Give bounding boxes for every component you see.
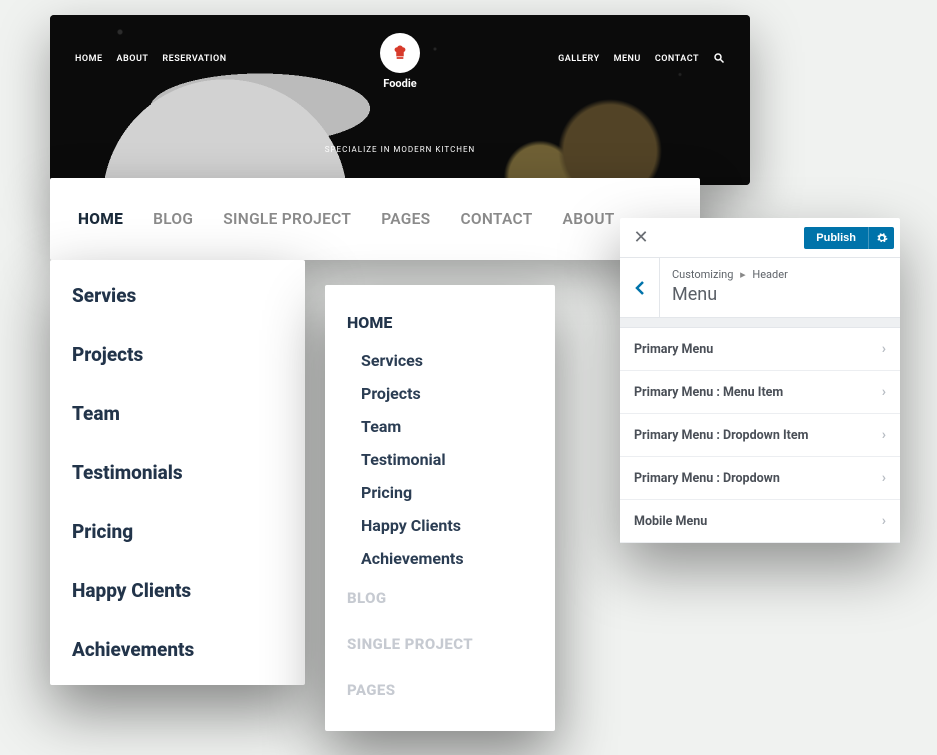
- chef-hat-icon: [380, 33, 420, 73]
- chevron-right-icon: ›: [882, 384, 886, 400]
- hero-nav-link[interactable]: ABOUT: [117, 54, 149, 64]
- nav-item-blog[interactable]: BLOG: [153, 210, 193, 228]
- chevron-right-icon: ▸: [736, 268, 750, 281]
- dropdown-subitem[interactable]: Pricing: [347, 476, 533, 509]
- dropdown-panel-primary: Servies Projects Team Testimonials Prici…: [50, 260, 305, 685]
- hero-nav-left: HOME ABOUT RESERVATION: [75, 54, 227, 64]
- publish-button[interactable]: Publish: [804, 227, 868, 249]
- customizer-breadcrumb-body: Customizing ▸ Header Menu: [660, 258, 900, 317]
- back-icon[interactable]: [620, 258, 660, 317]
- dropdown-subitem[interactable]: Projects: [347, 377, 533, 410]
- hero-nav: HOME ABOUT RESERVATION Foodie GALLERY ME…: [50, 15, 750, 85]
- dropdown-subitem[interactable]: Services: [347, 344, 533, 377]
- dropdown-item[interactable]: Servies: [50, 266, 305, 325]
- customizer-item[interactable]: Mobile Menu ›: [620, 500, 900, 543]
- nav-item-pages[interactable]: PAGES: [381, 210, 430, 228]
- customizer-item-label: Primary Menu : Dropdown Item: [634, 428, 808, 443]
- dropdown-heading[interactable]: HOME: [347, 313, 533, 332]
- breadcrumb-section: Header: [752, 268, 787, 281]
- dropdown-subitem[interactable]: Achievements: [347, 542, 533, 575]
- chevron-right-icon: ›: [882, 470, 886, 486]
- customizer-item-label: Primary Menu: [634, 342, 713, 357]
- close-icon[interactable]: ✕: [626, 223, 656, 253]
- dropdown-subitem[interactable]: Happy Clients: [347, 509, 533, 542]
- main-navbar: HOME BLOG SINGLE PROJECT PAGES CONTACT A…: [50, 178, 700, 260]
- customizer-item-label: Mobile Menu: [634, 514, 707, 529]
- breadcrumb: Customizing ▸ Header: [672, 268, 888, 281]
- customizer-item[interactable]: Primary Menu : Dropdown ›: [620, 457, 900, 500]
- customizer-item-label: Primary Menu : Menu Item: [634, 385, 783, 400]
- customizer-item[interactable]: Primary Menu : Dropdown Item ›: [620, 414, 900, 457]
- dropdown-panel-mobile: HOME Services Projects Team Testimonial …: [325, 285, 555, 731]
- customizer-item[interactable]: Primary Menu : Menu Item ›: [620, 371, 900, 414]
- site-hero: HOME ABOUT RESERVATION Foodie GALLERY ME…: [50, 15, 750, 185]
- customizer-panel: ✕ Publish Customizing ▸ Header Menu Prim…: [620, 218, 900, 543]
- hero-nav-link[interactable]: HOME: [75, 54, 103, 64]
- chevron-right-icon: ›: [882, 513, 886, 529]
- customizer-item[interactable]: Primary Menu ›: [620, 328, 900, 371]
- brand-name: Foodie: [380, 77, 420, 90]
- nav-item-about[interactable]: ABOUT: [563, 210, 615, 228]
- dropdown-subitem[interactable]: Team: [347, 410, 533, 443]
- customizer-item-label: Primary Menu : Dropdown: [634, 471, 780, 486]
- breadcrumb-root: Customizing: [672, 268, 733, 281]
- chevron-right-icon: ›: [882, 341, 886, 357]
- dropdown-item[interactable]: Team: [50, 384, 305, 443]
- chevron-right-icon: ›: [882, 427, 886, 443]
- nav-item-home[interactable]: HOME: [78, 210, 123, 228]
- gear-icon[interactable]: [868, 227, 894, 249]
- dropdown-subitem[interactable]: Testimonial: [347, 443, 533, 476]
- divider: [620, 318, 900, 328]
- dropdown-item[interactable]: Testimonials: [50, 443, 305, 502]
- nav-item-single-project[interactable]: SINGLE PROJECT: [223, 210, 351, 228]
- publish-group: Publish: [804, 227, 894, 249]
- dropdown-item[interactable]: Projects: [50, 325, 305, 384]
- hero-nav-link[interactable]: CONTACT: [655, 54, 699, 64]
- dropdown-item[interactable]: Happy Clients: [50, 561, 305, 620]
- hero-nav-link[interactable]: MENU: [614, 54, 641, 64]
- hero-nav-right: GALLERY MENU CONTACT: [558, 52, 725, 67]
- nav-item-contact[interactable]: CONTACT: [460, 210, 532, 228]
- hero-nav-link[interactable]: RESERVATION: [162, 54, 226, 64]
- hero-tagline: SPECIALIZE IN MODERN KITCHEN: [325, 145, 476, 154]
- dropdown-faded-item[interactable]: SINGLE PROJECT: [347, 621, 533, 667]
- dropdown-item[interactable]: Pricing: [50, 502, 305, 561]
- dropdown-faded-item[interactable]: BLOG: [347, 575, 533, 621]
- brand-logo[interactable]: Foodie: [380, 33, 420, 90]
- search-icon[interactable]: [713, 52, 725, 67]
- customizer-title: Menu: [672, 284, 888, 305]
- dropdown-item[interactable]: Achievements: [50, 620, 305, 679]
- dropdown-faded-item[interactable]: PAGES: [347, 667, 533, 713]
- customizer-topbar: ✕ Publish: [620, 218, 900, 258]
- customizer-header: Customizing ▸ Header Menu: [620, 258, 900, 318]
- hero-nav-link[interactable]: GALLERY: [558, 54, 600, 64]
